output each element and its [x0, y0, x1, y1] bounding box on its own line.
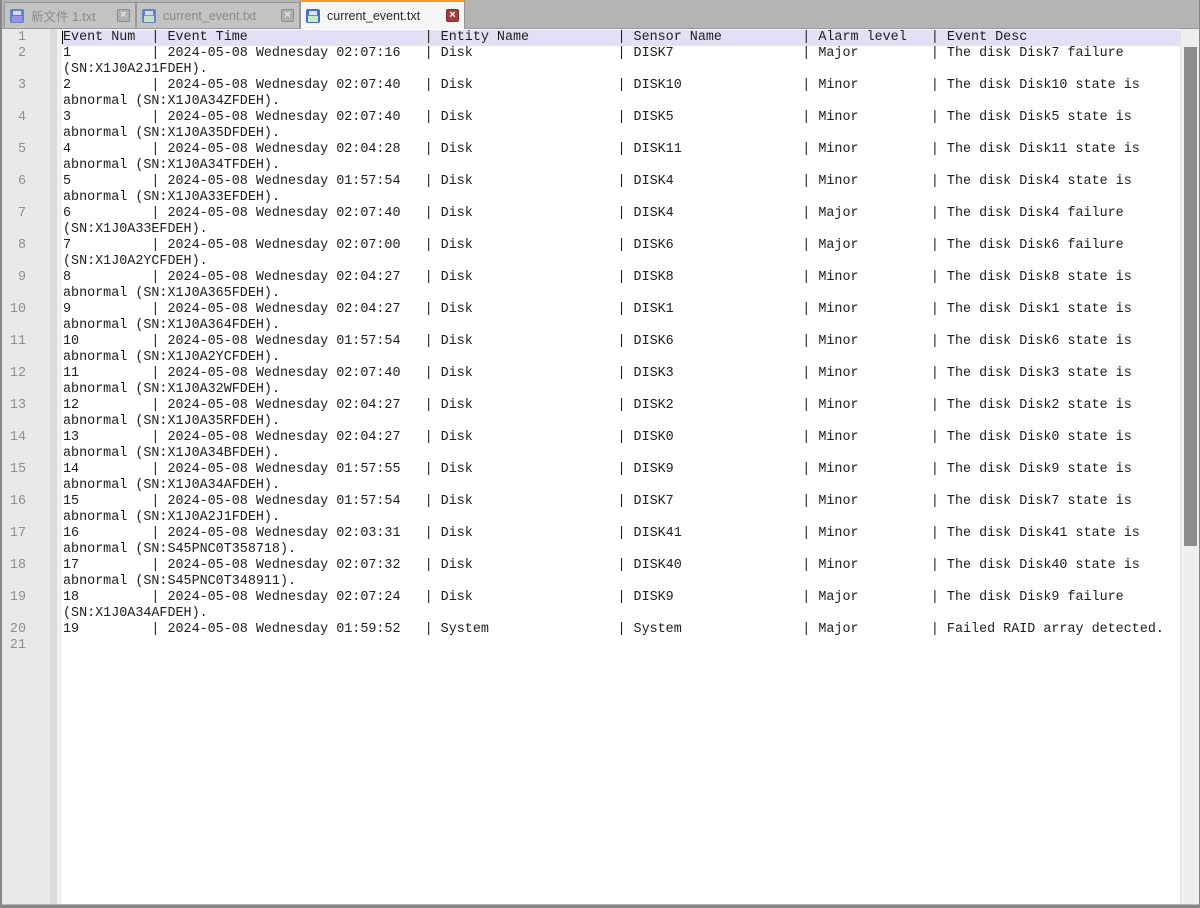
line-text[interactable]: 15 | 2024-05-08 Wednesday 01:57:54 | Dis…	[62, 494, 1180, 526]
line-text[interactable]: 11 | 2024-05-08 Wednesday 02:07:40 | Dis…	[62, 366, 1180, 398]
editor-line: 1413 | 2024-05-08 Wednesday 02:04:27 | D…	[2, 430, 1180, 462]
floppy-disk-icon	[142, 9, 156, 23]
line-text[interactable]: 8 | 2024-05-08 Wednesday 02:04:27 | Disk…	[62, 270, 1180, 302]
line-text[interactable]: 4 | 2024-05-08 Wednesday 02:04:28 | Disk…	[62, 142, 1180, 174]
line-number: 5	[2, 142, 62, 158]
editor-line: 21 | 2024-05-08 Wednesday 02:07:16 | Dis…	[2, 46, 1180, 78]
line-number: 7	[2, 206, 62, 222]
line-number: 3	[2, 78, 62, 94]
editor-line: 54 | 2024-05-08 Wednesday 02:04:28 | Dis…	[2, 142, 1180, 174]
tab-bar: 新文件 1.txt × current_event.txt × current_…	[2, 0, 1199, 29]
editor-window: 新文件 1.txt × current_event.txt × current_…	[0, 0, 1200, 908]
line-number: 1	[2, 30, 62, 46]
close-icon[interactable]: ×	[281, 9, 294, 22]
editor-line: 65 | 2024-05-08 Wednesday 01:57:54 | Dis…	[2, 174, 1180, 206]
line-text[interactable]: 19 | 2024-05-08 Wednesday 01:59:52 | Sys…	[62, 622, 1180, 638]
editor-line: 21	[2, 638, 1180, 654]
line-text[interactable]: 13 | 2024-05-08 Wednesday 02:04:27 | Dis…	[62, 430, 1180, 462]
editor-line: 32 | 2024-05-08 Wednesday 02:07:40 | Dis…	[2, 78, 1180, 110]
line-number: 4	[2, 110, 62, 126]
editor-line: 1110 | 2024-05-08 Wednesday 01:57:54 | D…	[2, 334, 1180, 366]
editor-line: 43 | 2024-05-08 Wednesday 02:07:40 | Dis…	[2, 110, 1180, 142]
line-text[interactable]: 3 | 2024-05-08 Wednesday 02:07:40 | Disk…	[62, 110, 1180, 142]
editor-line: 76 | 2024-05-08 Wednesday 02:07:40 | Dis…	[2, 206, 1180, 238]
text-caret	[62, 31, 63, 44]
line-number: 13	[2, 398, 62, 414]
tab-current-event-1[interactable]: current_event.txt ×	[136, 2, 300, 28]
line-text[interactable]: 18 | 2024-05-08 Wednesday 02:07:24 | Dis…	[62, 590, 1180, 622]
line-number: 10	[2, 302, 62, 318]
line-number: 12	[2, 366, 62, 382]
editor-line: 2019 | 2024-05-08 Wednesday 01:59:52 | S…	[2, 622, 1180, 638]
tab-label: current_event.txt	[327, 9, 439, 23]
line-text[interactable]: 6 | 2024-05-08 Wednesday 02:07:40 | Disk…	[62, 206, 1180, 238]
line-number: 17	[2, 526, 62, 542]
line-number: 20	[2, 622, 62, 638]
line-number: 19	[2, 590, 62, 606]
editor-line: 98 | 2024-05-08 Wednesday 02:04:27 | Dis…	[2, 270, 1180, 302]
editor-line: 1918 | 2024-05-08 Wednesday 02:07:24 | D…	[2, 590, 1180, 622]
floppy-disk-icon	[306, 9, 320, 23]
tab-current-event-2-active[interactable]: current_event.txt ×	[300, 0, 465, 29]
line-number: 16	[2, 494, 62, 510]
line-text[interactable]: 1 | 2024-05-08 Wednesday 02:07:16 | Disk…	[62, 46, 1180, 78]
line-text[interactable]: 10 | 2024-05-08 Wednesday 01:57:54 | Dis…	[62, 334, 1180, 366]
line-text[interactable]	[62, 638, 1180, 654]
line-text[interactable]: 5 | 2024-05-08 Wednesday 01:57:54 | Disk…	[62, 174, 1180, 206]
line-text[interactable]: 12 | 2024-05-08 Wednesday 02:04:27 | Dis…	[62, 398, 1180, 430]
editor-line: 87 | 2024-05-08 Wednesday 02:07:00 | Dis…	[2, 238, 1180, 270]
line-number: 18	[2, 558, 62, 574]
line-number: 15	[2, 462, 62, 478]
line-text[interactable]: 7 | 2024-05-08 Wednesday 02:07:00 | Disk…	[62, 238, 1180, 270]
tab-label: current_event.txt	[163, 9, 274, 23]
line-text[interactable]: 9 | 2024-05-08 Wednesday 02:04:27 | Disk…	[62, 302, 1180, 334]
line-number: 21	[2, 638, 62, 654]
editor-line: 1615 | 2024-05-08 Wednesday 01:57:54 | D…	[2, 494, 1180, 526]
tab-label: 新文件 1.txt	[31, 6, 110, 25]
line-text[interactable]: 2 | 2024-05-08 Wednesday 02:07:40 | Disk…	[62, 78, 1180, 110]
editor-line: 109 | 2024-05-08 Wednesday 02:04:27 | Di…	[2, 302, 1180, 334]
line-text[interactable]: 14 | 2024-05-08 Wednesday 01:57:55 | Dis…	[62, 462, 1180, 494]
line-text[interactable]: 17 | 2024-05-08 Wednesday 02:07:32 | Dis…	[62, 558, 1180, 590]
editor-area[interactable]: 1Event Num | Event Time | Entity Name | …	[2, 29, 1199, 904]
editor-line: 1Event Num | Event Time | Entity Name | …	[2, 30, 1180, 46]
tab-new-file-1[interactable]: 新文件 1.txt ×	[4, 2, 136, 28]
floppy-disk-icon	[10, 9, 24, 23]
editor-line: 1312 | 2024-05-08 Wednesday 02:04:27 | D…	[2, 398, 1180, 430]
line-number: 6	[2, 174, 62, 190]
scrollbar-thumb[interactable]	[1184, 47, 1197, 546]
line-text[interactable]: Event Num | Event Time | Entity Name | S…	[62, 30, 1180, 46]
vertical-scrollbar[interactable]	[1180, 29, 1199, 904]
line-number: 14	[2, 430, 62, 446]
editor-line: 1716 | 2024-05-08 Wednesday 02:03:31 | D…	[2, 526, 1180, 558]
line-number: 2	[2, 46, 62, 62]
line-number: 8	[2, 238, 62, 254]
close-icon[interactable]: ×	[446, 9, 459, 22]
line-text[interactable]: 16 | 2024-05-08 Wednesday 02:03:31 | Dis…	[62, 526, 1180, 558]
editor-line: 1211 | 2024-05-08 Wednesday 02:07:40 | D…	[2, 366, 1180, 398]
editor-line: 1817 | 2024-05-08 Wednesday 02:07:32 | D…	[2, 558, 1180, 590]
line-number: 11	[2, 334, 62, 350]
close-icon[interactable]: ×	[117, 9, 130, 22]
text-content[interactable]: 1Event Num | Event Time | Entity Name | …	[2, 29, 1180, 654]
line-number: 9	[2, 270, 62, 286]
editor-line: 1514 | 2024-05-08 Wednesday 01:57:55 | D…	[2, 462, 1180, 494]
